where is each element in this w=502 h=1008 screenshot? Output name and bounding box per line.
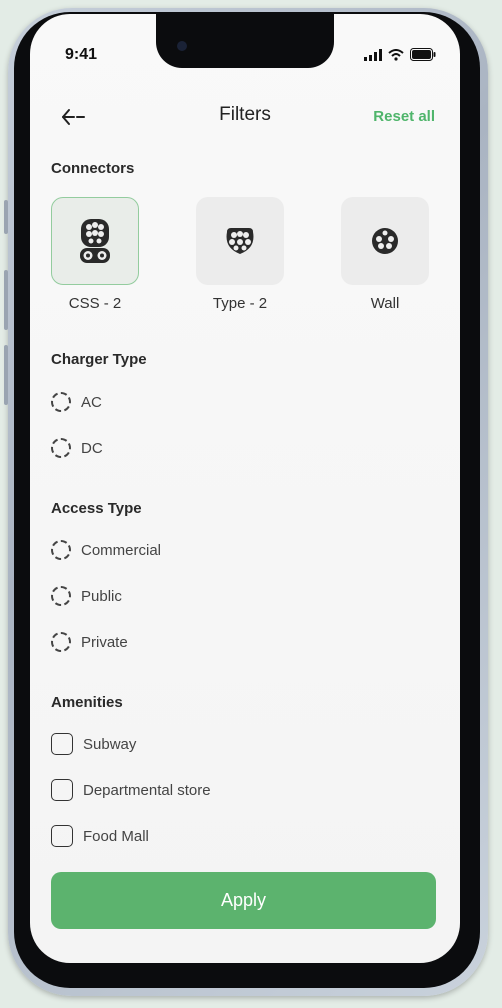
camera-icon bbox=[177, 41, 187, 51]
reset-all-button[interactable]: Reset all bbox=[373, 108, 435, 125]
connector-wall[interactable] bbox=[341, 197, 429, 285]
option-label: Commercial bbox=[81, 541, 162, 559]
option-label: Food Mall bbox=[83, 827, 149, 845]
apply-button[interactable]: Apply bbox=[51, 872, 436, 929]
option-label: Departmental store bbox=[83, 781, 211, 799]
radio-button[interactable] bbox=[51, 438, 71, 458]
option-label: AC bbox=[81, 393, 102, 411]
access-type-title: Access Type bbox=[51, 500, 142, 517]
radio-button[interactable] bbox=[51, 632, 71, 652]
checkbox-option-departmental-store[interactable]: Departmental store bbox=[51, 777, 211, 803]
signal-icon bbox=[364, 48, 382, 61]
ccs2-connector-icon bbox=[80, 219, 110, 263]
wifi-icon bbox=[388, 48, 404, 61]
radio-option-commercial[interactable]: Commercial bbox=[51, 537, 161, 563]
radio-option-private[interactable]: Private bbox=[51, 629, 128, 655]
connector-ccs2[interactable] bbox=[51, 197, 139, 285]
checkbox-option-food-mall[interactable]: Food Mall bbox=[51, 823, 149, 849]
connector-label: CSS - 2 bbox=[68, 295, 122, 312]
radio-option-dc[interactable]: DC bbox=[51, 435, 103, 461]
status-icons bbox=[364, 48, 436, 61]
header: Filters Reset all bbox=[30, 102, 460, 132]
radio-button[interactable] bbox=[51, 540, 71, 560]
checkbox[interactable] bbox=[51, 733, 73, 755]
checkbox[interactable] bbox=[51, 779, 73, 801]
option-label: Subway bbox=[83, 735, 137, 753]
option-label: DC bbox=[81, 439, 103, 457]
connectors-title: Connectors bbox=[51, 160, 135, 177]
phone-side-button bbox=[4, 200, 8, 234]
option-label: Private bbox=[81, 633, 128, 651]
type2-connector-icon bbox=[226, 228, 254, 254]
battery-icon bbox=[410, 48, 436, 61]
radio-button[interactable] bbox=[51, 392, 71, 412]
checkbox-option-subway[interactable]: Subway bbox=[51, 731, 136, 757]
connector-type2[interactable] bbox=[196, 197, 284, 285]
charger-type-title: Charger Type bbox=[51, 351, 147, 368]
radio-button[interactable] bbox=[51, 586, 71, 606]
connector-label: Wall bbox=[370, 295, 400, 312]
radio-option-ac[interactable]: AC bbox=[51, 389, 102, 415]
connector-label: Type - 2 bbox=[212, 295, 268, 312]
phone-screen: 9:41 Filters Reset all Connectors CSS - … bbox=[30, 14, 460, 963]
phone-side-button bbox=[4, 345, 8, 405]
option-label: Public bbox=[81, 587, 122, 605]
status-time: 9:41 bbox=[65, 46, 98, 63]
checkbox[interactable] bbox=[51, 825, 73, 847]
phone-side-button bbox=[4, 270, 8, 330]
radio-option-public[interactable]: Public bbox=[51, 583, 122, 609]
wall-connector-icon bbox=[372, 228, 398, 254]
amenities-title: Amenities bbox=[51, 694, 123, 711]
